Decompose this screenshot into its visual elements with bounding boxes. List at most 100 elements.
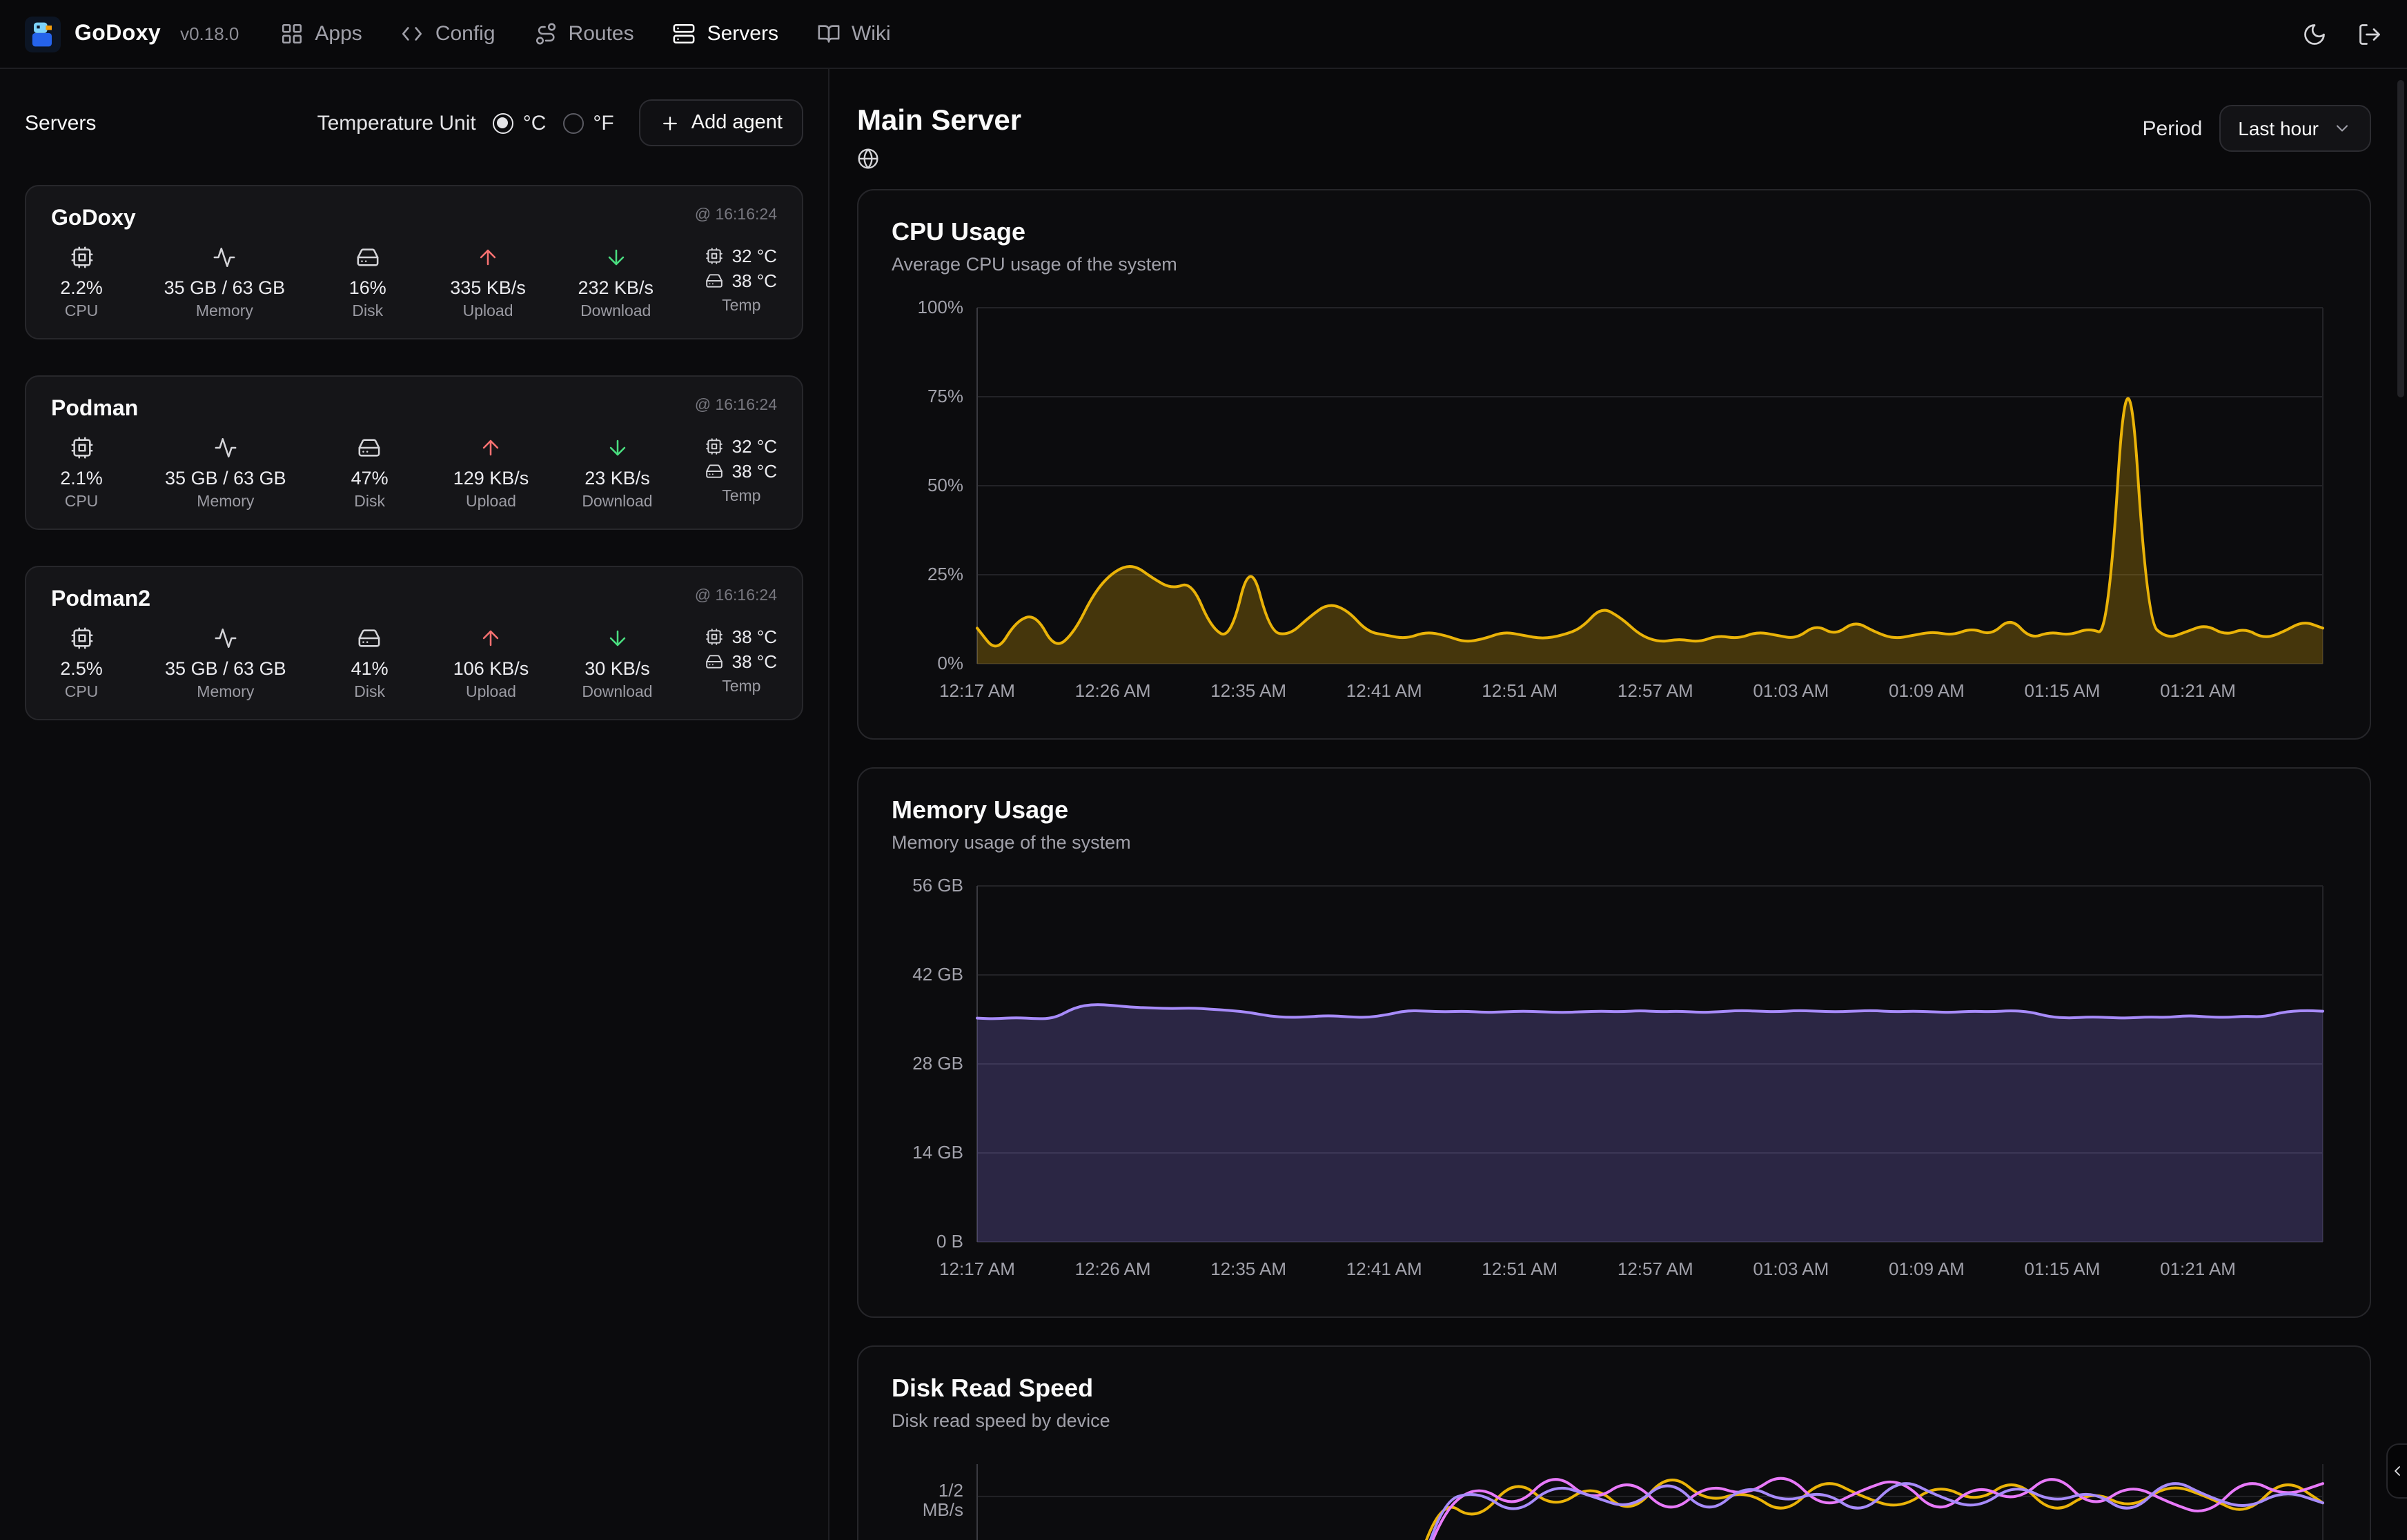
cpu-label: CPU (65, 304, 99, 320)
main-header: Main Server Period Last hour (857, 105, 2371, 170)
temp-label: Temp (722, 298, 760, 315)
hard-drive-icon (706, 272, 724, 290)
chart-subtitle: Memory usage of the system (892, 832, 2337, 853)
svg-text:12:51 AM: 12:51 AM (1482, 1258, 1558, 1279)
cpu-chip-icon (70, 246, 93, 269)
sidebar-title: Servers (25, 111, 96, 135)
celsius-label[interactable]: °C (523, 111, 547, 135)
memory-label: Memory (196, 304, 253, 320)
server-name: Podman2 (51, 588, 150, 613)
server-timestamp: @ 16:16:24 (695, 588, 777, 604)
scrollbar[interactable] (2397, 80, 2404, 397)
server-card-podman2[interactable]: Podman2 @ 16:16:24 2.5% CPU 35 GB / 63 G… (25, 566, 803, 720)
stat-disk: 16% Disk (337, 246, 398, 320)
nav-item-servers[interactable]: Servers (673, 22, 778, 46)
server-timestamp: @ 16:16:24 (695, 207, 777, 224)
memory-label: Memory (197, 494, 254, 511)
route-icon (534, 22, 558, 46)
arrow-up-icon (476, 246, 500, 269)
cpu-value: 2.5% (60, 658, 103, 679)
arrow-up-icon (479, 626, 502, 650)
add-agent-label: Add agent (691, 112, 783, 134)
nav-item-wiki[interactable]: Wiki (817, 22, 891, 46)
upload-value: 106 KB/s (453, 658, 529, 679)
download-value: 30 KB/s (584, 658, 650, 679)
stat-memory: 35 GB / 63 GB Memory (164, 246, 286, 320)
period-control: Period Last hour (2143, 105, 2371, 152)
disk-temp-row: 38 °C (706, 461, 777, 482)
server-card-header: Podman2 @ 16:16:24 (51, 588, 777, 613)
disk-label: Disk (354, 494, 385, 511)
svg-text:12:35 AM: 12:35 AM (1210, 1258, 1286, 1279)
svg-text:28 GB: 28 GB (912, 1053, 963, 1074)
server-name: GoDoxy (51, 207, 136, 232)
svg-text:01:21 AM: 01:21 AM (2160, 1258, 2236, 1279)
chart-title: CPU Usage (892, 218, 2337, 247)
fahrenheit-radio[interactable]: °F (562, 111, 613, 135)
cpu-temp-value: 38 °C (732, 626, 777, 647)
svg-text:100%: 100% (918, 297, 964, 317)
stat-memory: 35 GB / 63 GB Memory (165, 436, 286, 511)
top-navbar: GoDoxy v0.18.0 Apps Config Routes Server… (0, 0, 2407, 69)
godoxy-logo-icon[interactable] (25, 16, 61, 52)
stat-disk: 47% Disk (340, 436, 400, 511)
svg-text:50%: 50% (927, 475, 963, 495)
radio-dot-icon[interactable] (562, 112, 583, 133)
nav-item-apps[interactable]: Apps (280, 22, 362, 46)
cpu-temp-value: 32 °C (732, 436, 777, 457)
temperature-unit-group: Temperature Unit °C °F (317, 111, 614, 135)
server-card-godoxy[interactable]: GoDoxy @ 16:16:24 2.2% CPU 35 GB / 63 GB… (25, 185, 803, 339)
server-card-podman[interactable]: Podman @ 16:16:24 2.1% CPU 35 GB / 63 GB… (25, 375, 803, 530)
period-value: Last hour (2238, 117, 2319, 139)
celsius-radio[interactable]: °C (493, 111, 547, 135)
logout-button[interactable] (2357, 21, 2382, 46)
svg-text:12:57 AM: 12:57 AM (1618, 1258, 1693, 1279)
radio-dot-icon[interactable] (493, 112, 513, 133)
arrow-down-icon (605, 626, 629, 650)
globe-wrap (857, 148, 1021, 170)
svg-text:01:21 AM: 01:21 AM (2160, 680, 2236, 701)
cpu-chip-icon (706, 247, 724, 265)
memory-value: 35 GB / 63 GB (165, 468, 286, 488)
nav-item-routes[interactable]: Routes (534, 22, 634, 46)
svg-text:01:09 AM: 01:09 AM (1889, 680, 1965, 701)
stat-upload: 129 KB/s Upload (453, 436, 529, 511)
memory-usage-chart: 0 B14 GB28 GB42 GB56 GB12:17 AM12:26 AM1… (892, 875, 2334, 1289)
stat-cpu: 2.2% CPU (51, 246, 112, 320)
sidebar-header: Servers Temperature Unit °C °F Add agent (25, 99, 803, 146)
upload-value: 335 KB/s (450, 277, 526, 298)
stat-upload: 106 KB/s Upload (453, 626, 529, 701)
upload-label: Upload (466, 684, 516, 701)
servers-sidebar: Servers Temperature Unit °C °F Add agent (0, 69, 829, 1540)
disk-temp-value: 38 °C (732, 651, 777, 672)
chart-title: Disk Read Speed (892, 1374, 2337, 1403)
main-panel: Main Server Period Last hour CPU Usage A… (829, 69, 2407, 1540)
svg-text:01:09 AM: 01:09 AM (1889, 1258, 1965, 1279)
moon-icon (2302, 21, 2327, 46)
cpu-value: 2.1% (60, 468, 103, 488)
brand-name: GoDoxy (75, 21, 161, 46)
period-select[interactable]: Last hour (2219, 105, 2371, 152)
svg-text:12:57 AM: 12:57 AM (1618, 680, 1693, 701)
svg-text:0 B: 0 B (936, 1231, 963, 1252)
nav-item-config[interactable]: Config (401, 22, 495, 46)
svg-text:1/2MB/s: 1/2MB/s (923, 1480, 963, 1520)
brand: GoDoxy v0.18.0 (25, 16, 239, 52)
svg-text:42 GB: 42 GB (912, 964, 963, 985)
disk-value: 16% (349, 277, 386, 298)
hard-drive-icon (358, 626, 382, 650)
arrow-down-icon (605, 436, 629, 460)
stat-temp: 32 °C 38 °C Temp (706, 246, 777, 315)
add-agent-button[interactable]: Add agent (639, 99, 803, 146)
globe-icon (857, 148, 879, 170)
fahrenheit-label[interactable]: °F (593, 111, 613, 135)
version-label: v0.18.0 (180, 23, 239, 44)
upload-value: 129 KB/s (453, 468, 529, 488)
svg-text:12:35 AM: 12:35 AM (1210, 680, 1286, 701)
theme-toggle-button[interactable] (2302, 21, 2327, 46)
collapse-handle[interactable] (2386, 1443, 2407, 1499)
cpu-temp-row: 32 °C (706, 246, 777, 266)
disk-value: 47% (351, 468, 389, 488)
nav-item-label: Servers (707, 22, 778, 46)
svg-text:56 GB: 56 GB (912, 875, 963, 896)
